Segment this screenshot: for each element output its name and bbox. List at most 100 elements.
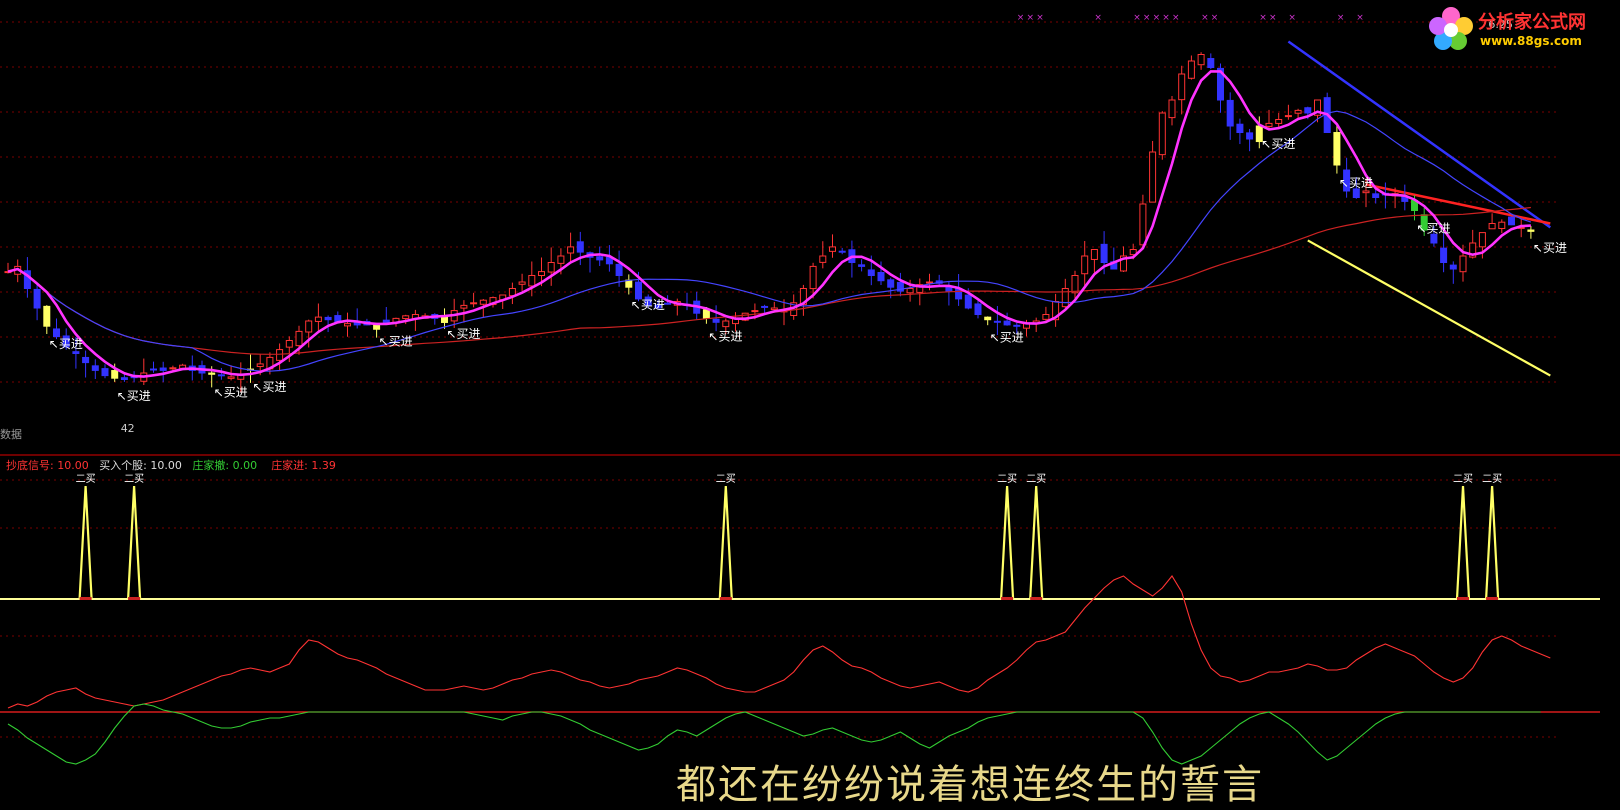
candle-body [858,264,866,267]
buy-signal-label: ↖买进 [631,298,665,312]
candle-body [664,302,672,305]
candle-body [993,320,1001,323]
top-x-marker: × [1143,13,1151,23]
buy-signal-label: ↖买进 [1417,222,1451,236]
oscillator-red-line [7,575,1551,709]
candle-body [1158,112,1166,156]
candle-body [382,319,390,323]
candle-body [1187,60,1195,79]
candle-body [576,241,584,253]
price-labels: 6.2542 [121,18,1513,435]
signal-peak-label: 二买 [1482,473,1502,485]
candle-body [1362,190,1370,194]
candle-body [761,305,769,308]
candle-body [867,269,875,276]
buy-signal-label: ↖买进 [117,389,151,403]
candle-body [111,370,119,379]
candle-body [1372,193,1380,198]
ma-slow-line [7,206,1531,355]
signal-peak [78,485,93,600]
site-logo: 分析家公式网 www.88gs.com [1422,2,1618,56]
buy-signal-label: ↖买进 [214,385,248,399]
candle-body [256,363,264,368]
candle-body [1488,223,1496,230]
candle-body [1275,119,1283,124]
signal-peak [1000,485,1015,600]
candle-body [276,349,284,361]
candle-body [72,351,80,354]
candle-body [1352,188,1360,199]
candle-body [1478,232,1486,248]
buy-signal-label: ↖买进 [708,329,742,343]
candle-body [770,307,778,311]
candle-body [1304,107,1312,114]
legend-entry: 庄家撤: 0.00 [192,458,257,472]
candle-body [1168,99,1176,119]
candle-body [1090,249,1098,260]
candle-body [344,323,351,327]
buy-signal-label: ↖买进 [253,380,287,394]
signal-peak-base [1457,597,1469,600]
logo-url: www.88gs.com [1480,34,1582,48]
signal-peak-base [719,597,732,600]
candle-body [1013,324,1021,327]
candle-body [974,303,982,315]
candle-body [819,255,827,263]
signal-peak-base [1486,597,1499,600]
candle-body [1430,233,1438,244]
candle-body [169,367,177,370]
candle-body [1508,216,1515,226]
candle-body [33,288,41,309]
legend-entry: 庄家进: 1.39 [271,458,336,472]
candle-body [208,372,216,375]
buy-signal-label: ↖买进 [1533,241,1567,255]
candlesticks [4,52,1535,393]
candle-body [538,271,545,277]
candle-body [101,368,109,377]
candle-body [324,316,332,321]
candle-body [91,365,99,371]
candle-body [43,305,51,327]
candle-body [1449,264,1457,270]
candle-body [1139,203,1147,246]
subtitle-caption: 都还在纷纷说着想连终生的誓言 [676,762,1264,808]
candle-body [82,356,90,364]
buy-signal-label: ↖买进 [379,335,413,349]
top-x-marker: × [1288,13,1296,23]
candle-body [159,367,167,371]
oscillator-panel [0,575,1600,765]
top-x-marker: × [1027,13,1035,23]
candle-body [838,250,846,253]
buy-signal-label: ↖买进 [1339,176,1373,190]
candle-body [906,288,914,294]
candle-body [295,330,303,347]
candle-body [1459,255,1467,273]
candle-body [402,315,410,320]
candle-body [528,275,536,287]
candle-body [470,302,478,305]
candle-body [751,310,759,313]
top-x-marker: × [1162,13,1170,23]
stock-chart: ↖买进↖买进 ↖买进 ↖买进↖买进↖买进↖买进↖买进 ↖买进↖买进↖买进↖买进↖买进 … [0,13,1620,765]
signal-peak [127,485,142,600]
top-x-marker: × [1259,13,1267,23]
top-x-marker: × [1337,13,1345,23]
candle-body [1042,314,1050,320]
candle-body [1207,58,1215,68]
signal-peak-label: 二买 [716,473,736,485]
candle-body [305,320,313,333]
candle-body [1246,132,1254,140]
candle-body [1527,229,1535,232]
candle-body [712,318,720,323]
signal-peak [1029,485,1044,600]
top-x-marker: × [1269,13,1277,23]
signal-peak-base [1001,597,1014,600]
candle-body [702,309,710,319]
candle-body [887,279,895,288]
candle-body [596,256,604,261]
candle-body [53,328,60,338]
signal-peak-label: 二买 [124,473,144,485]
signal-peak-panel: 二买 二买 二买 二买 二买 二买 二买 [0,473,1600,600]
trend-lines [1287,40,1552,377]
candle-body [1265,122,1273,127]
